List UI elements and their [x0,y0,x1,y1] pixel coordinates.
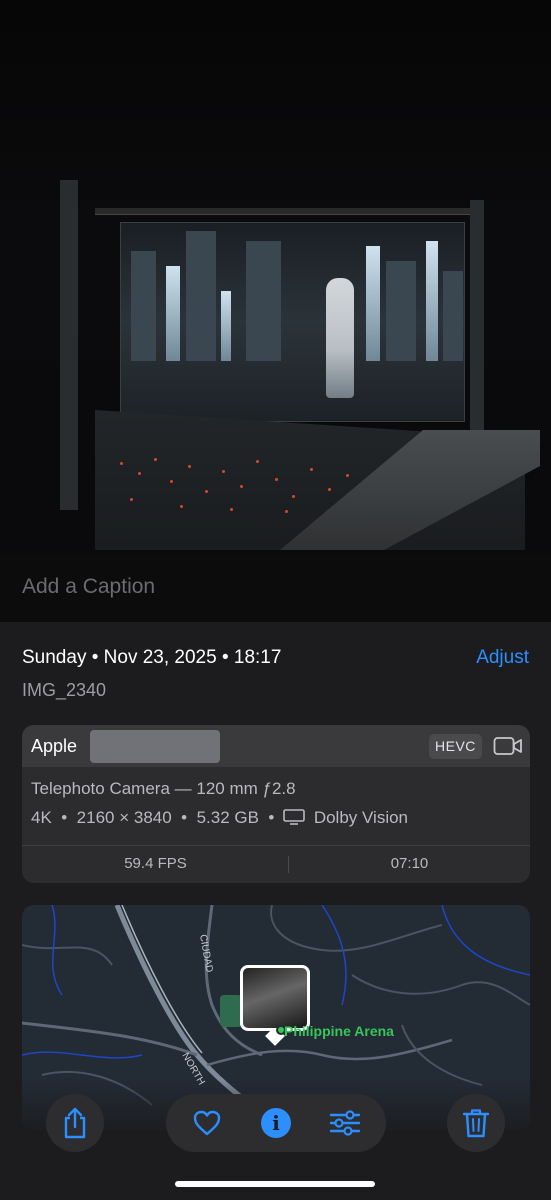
share-icon [64,1107,86,1139]
file-name: IMG_2340 [22,680,107,700]
camera-info-card: Apple HEVC Telephoto Camera — 120 mm ƒ2.… [22,725,530,883]
crowd-light [180,505,183,508]
adjust-edit-button[interactable] [316,1094,374,1152]
crowd-light [170,480,173,483]
crowd-light [188,465,191,468]
crowd-light [138,472,141,475]
photo-thumbnail [243,968,307,1028]
crowd-light [205,490,208,493]
photo-location-pin[interactable] [240,965,310,1031]
info-icon: i [261,1108,291,1138]
crowd-light [256,460,259,463]
redacted-model [90,730,220,763]
crowd-light [230,508,233,511]
city-building [386,261,416,361]
separator-dot: • [56,808,72,827]
caption-area[interactable]: Add a Caption [0,555,551,622]
venue-pillar [60,180,78,510]
svg-text:CIUDAD: CIUDAD [197,934,214,974]
camera-info-header: Apple HEVC [22,725,530,767]
city-building [186,231,216,361]
crowd-lights [110,450,410,520]
delete-button[interactable] [447,1094,505,1152]
photo-viewer[interactable] [0,0,551,555]
separator-dot: • [176,808,192,827]
crowd-light [222,470,225,473]
city-building [221,291,231,361]
performer-figure [326,278,354,398]
crowd-light [310,468,313,471]
city-building [246,241,281,361]
city-building [131,251,156,361]
frame-rate: 59.4 FPS [124,855,187,872]
monitor-icon [283,809,305,825]
crowd-light [275,478,278,481]
crowd-light [346,474,349,477]
share-button[interactable] [46,1094,104,1152]
camera-make: Apple [31,736,78,756]
city-building [366,246,380,361]
crowd-light [328,488,331,491]
card-divider [22,845,530,846]
hdr-label: Dolby Vision [313,808,409,827]
dimensions-label: 2160 × 3840 [76,808,172,827]
duration: 07:10 [390,855,429,872]
crowd-light [154,458,157,461]
lighting-rig-edge [95,214,470,215]
home-indicator [175,1181,375,1187]
date-time: Sunday • Nov 23, 2025 • 18:17 [22,647,282,668]
adjust-sliders-icon [329,1110,361,1136]
resolution-label: 4K [31,808,52,827]
place-name[interactable]: Philippine Arena [284,1023,394,1039]
lens-info: Telephoto Camera — 120 mm ƒ2.8 [31,779,296,798]
trash-icon [462,1109,490,1138]
crowd-light [285,510,288,513]
city-building [426,241,438,361]
caption-placeholder[interactable]: Add a Caption [22,575,155,599]
crowd-light [240,485,243,488]
crowd-light [130,498,133,501]
heart-icon [193,1110,221,1136]
city-building [443,271,463,361]
action-pill: i [166,1094,386,1152]
info-button[interactable]: i [247,1094,305,1152]
crowd-light [120,462,123,465]
video-specs: 4K • 2160 × 3840 • 5.32 GB • Dolby Visio… [31,808,408,828]
file-size-label: 5.32 GB [196,808,259,827]
video-camera-icon [493,737,522,755]
city-building [166,266,180,361]
separator-dot: • [263,808,275,827]
crowd-light [292,495,295,498]
favorite-button[interactable] [178,1094,236,1152]
stage-screen [120,222,465,422]
adjust-button[interactable]: Adjust [476,647,529,669]
format-badge: HEVC [429,734,482,759]
